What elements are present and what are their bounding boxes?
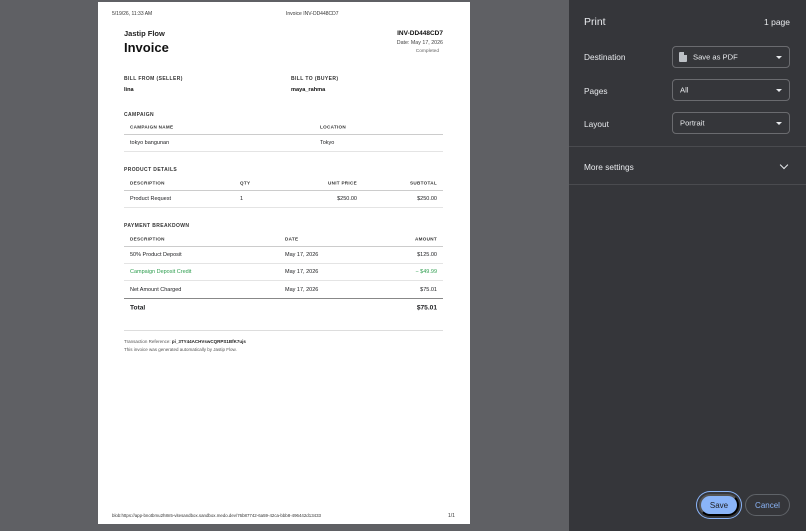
table-row: Campaign Deposit Credit May 17, 2026 − $… <box>124 264 443 281</box>
table-header-row: DESCRIPTION DATE AMOUNT <box>124 232 443 247</box>
product-description: Product Request <box>130 196 171 202</box>
products-section-title: PRODUCT DETAILS <box>124 167 178 173</box>
payment-amount: $125.00 <box>417 252 437 258</box>
layout-select[interactable]: Portrait <box>672 112 790 134</box>
more-settings-label: More settings <box>584 162 634 172</box>
print-header-title: Invoice INV-DD448CD7 <box>286 11 339 17</box>
col-qty: QTY <box>240 180 251 186</box>
table-row: Net Amount Charged May 17, 2026 $75.01 <box>124 281 443 298</box>
bill-to-label: BILL TO (BUYER) <box>291 76 339 82</box>
pdf-file-icon <box>679 52 687 62</box>
total-value: $75.01 <box>416 304 437 311</box>
pages-select[interactable]: All <box>672 79 790 101</box>
layout-label: Layout <box>584 119 609 129</box>
payment-description: Net Amount Charged <box>130 286 182 293</box>
col-location: LOCATION <box>320 124 347 130</box>
destination-value: Save as PDF <box>693 52 738 62</box>
payment-date: May 17, 2026 <box>285 286 319 293</box>
invoice-date: Date: May 17, 2026 <box>396 40 443 46</box>
layout-value: Portrait <box>680 118 705 128</box>
table-header-row: DESCRIPTION QTY UNIT PRICE SUBTOTAL <box>124 176 443 191</box>
print-title: Print <box>584 16 606 28</box>
payment-date: May 17, 2026 <box>285 252 319 258</box>
campaign-location: Tokyo <box>320 140 335 146</box>
chevron-down-icon <box>779 160 789 170</box>
payment-section-title: PAYMENT BREAKDOWN <box>124 223 190 229</box>
brand-name: Jastip Flow <box>124 29 165 38</box>
col-amount: AMOUNT <box>415 236 437 242</box>
transaction-reference-label: Transaction Reference: <box>124 339 171 344</box>
divider <box>569 146 806 147</box>
bill-from-name: lina <box>124 87 134 93</box>
chevron-down-icon <box>776 122 782 125</box>
divider <box>124 330 443 331</box>
payment-description: Campaign Deposit Credit <box>130 269 192 275</box>
chevron-down-icon <box>776 89 782 92</box>
bill-to-name: maya_rahma <box>291 87 326 93</box>
cancel-button[interactable]: Cancel <box>745 494 790 516</box>
products-table: DESCRIPTION QTY UNIT PRICE SUBTOTAL Prod… <box>124 176 443 208</box>
destination-select[interactable]: Save as PDF <box>672 46 790 68</box>
print-footer-page: 1/1 <box>448 513 455 519</box>
table-header-row: CAMPAIGN NAME LOCATION <box>124 120 443 135</box>
table-row: tokyo bangunan Tokyo <box>124 135 443 152</box>
generated-note: This invoice was generated automatically… <box>124 347 237 352</box>
table-row: 50% Product Deposit May 17, 2026 $125.00 <box>124 247 443 264</box>
payment-description: 50% Product Deposit <box>130 252 182 258</box>
pages-label: Pages <box>584 86 608 96</box>
payment-amount: − $49.99 <box>415 269 437 275</box>
campaign-name: tokyo bangunan <box>130 140 170 146</box>
total-row: Total $75.01 <box>124 298 443 316</box>
save-button[interactable]: Save <box>699 494 739 516</box>
payment-date: May 17, 2026 <box>285 269 319 275</box>
total-label: Total <box>130 304 146 311</box>
print-preview-area: 5/19/26, 11:33 AM Invoice INV-DD448CD7 J… <box>0 0 569 531</box>
col-unit-price: UNIT PRICE <box>327 180 357 186</box>
invoice-title: Invoice <box>124 40 169 55</box>
invoice-page: 5/19/26, 11:33 AM Invoice INV-DD448CD7 J… <box>98 2 470 524</box>
col-description: DESCRIPTION <box>130 180 165 186</box>
product-subtotal: $250.00 <box>417 196 437 202</box>
product-qty: 1 <box>240 196 244 202</box>
print-header-datetime: 5/19/26, 11:33 AM <box>112 11 153 17</box>
payment-amount: $75.01 <box>420 286 437 293</box>
col-description: DESCRIPTION <box>130 236 165 242</box>
pages-value: All <box>680 85 689 95</box>
col-subtotal: SUBTOTAL <box>410 180 437 186</box>
payment-table: DESCRIPTION DATE AMOUNT 50% Product Depo… <box>124 232 443 316</box>
product-unit-price: $250.00 <box>337 196 357 202</box>
bill-from-label: BILL FROM (SELLER) <box>124 76 183 82</box>
chevron-down-icon <box>776 56 782 59</box>
print-settings-panel: Print 1 page Destination Save as PDF Pag… <box>569 0 806 531</box>
table-row: Product Request 1 $250.00 $250.00 <box>124 191 443 208</box>
col-campaign-name: CAMPAIGN NAME <box>130 124 174 130</box>
page-count: 1 page <box>764 17 790 27</box>
invoice-status: Completed <box>415 49 439 54</box>
transaction-reference: Transaction Reference: pi_3TY44ACHVswCQR… <box>124 339 246 344</box>
transaction-reference-value: pi_3TY44ACHVswCQRPS1BfK7ujs <box>171 339 246 344</box>
campaign-section-title: CAMPAIGN <box>124 112 155 118</box>
col-date: DATE <box>285 236 299 242</box>
campaign-table: CAMPAIGN NAME LOCATION tokyo bangunan To… <box>124 120 443 152</box>
destination-label: Destination <box>584 52 626 62</box>
divider <box>569 184 806 185</box>
invoice-number: INV-DD448CD7 <box>397 30 443 37</box>
print-footer-url: blob:https://app-bnotbmu2h8n5-vitesandbo… <box>112 513 321 518</box>
